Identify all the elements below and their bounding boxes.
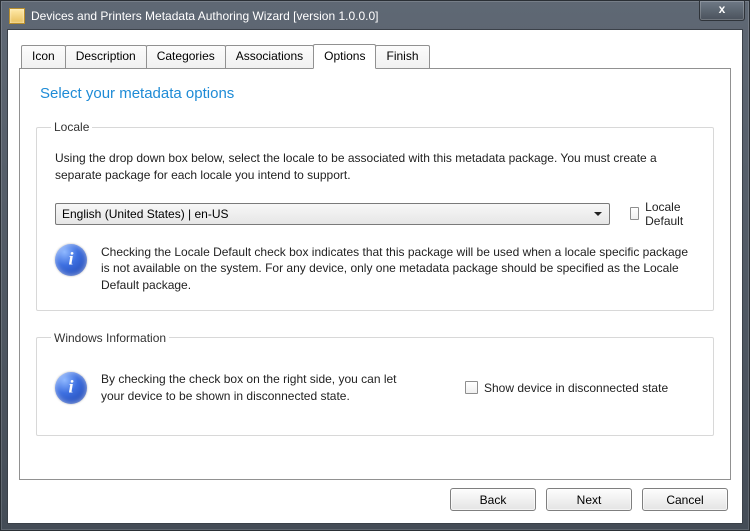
locale-group: Locale Using the drop down box below, se… [36,120,714,311]
close-button[interactable]: x [699,1,745,21]
locale-info-text: Checking the Locale Default check box in… [101,244,695,294]
client-area: Icon Description Categories Associations… [7,29,743,524]
button-bar: Back Next Cancel [450,488,728,511]
tab-options[interactable]: Options [313,44,376,69]
window-frame: Devices and Printers Metadata Authoring … [0,0,750,531]
windows-info-text: By checking the check box on the right s… [101,371,411,405]
locale-row: English (United States) | en-US Locale D… [55,200,695,228]
chevron-down-icon [594,212,602,216]
locale-intro: Using the drop down box below, select th… [55,150,695,184]
titlebar[interactable]: Devices and Printers Metadata Authoring … [7,7,743,29]
locale-default-checkbox[interactable]: Locale Default [630,200,695,228]
tab-icon[interactable]: Icon [21,45,66,69]
locale-selected-value: English (United States) | en-US [62,207,229,221]
locale-dropdown[interactable]: English (United States) | en-US [55,203,610,225]
tab-associations[interactable]: Associations [225,45,314,69]
tab-finish[interactable]: Finish [375,45,429,69]
app-icon [9,8,25,24]
show-disconnected-checkbox[interactable]: Show device in disconnected state [465,381,668,395]
cancel-button[interactable]: Cancel [642,488,728,511]
close-icon: x [719,2,726,16]
dropdown-button[interactable] [589,205,607,223]
info-icon [55,244,87,276]
info-icon [55,372,87,404]
checkbox-icon [630,207,639,220]
window-title: Devices and Printers Metadata Authoring … [31,9,741,23]
windows-info-legend: Windows Information [51,331,169,345]
locale-legend: Locale [51,120,92,134]
windows-info-group: Windows Information By checking the chec… [36,331,714,436]
tab-panel-options: Select your metadata options Locale Usin… [19,68,731,480]
page-heading: Select your metadata options [40,85,714,102]
next-button[interactable]: Next [546,488,632,511]
show-disconnected-label: Show device in disconnected state [484,381,668,395]
checkbox-icon [465,381,478,394]
locale-default-label: Locale Default [645,200,695,228]
tab-description[interactable]: Description [65,45,147,69]
tab-categories[interactable]: Categories [146,45,226,69]
back-button[interactable]: Back [450,488,536,511]
tabstrip: Icon Description Categories Associations… [21,44,731,68]
windows-info-row: By checking the check box on the right s… [55,371,695,405]
locale-info-row: Checking the Locale Default check box in… [55,244,695,294]
